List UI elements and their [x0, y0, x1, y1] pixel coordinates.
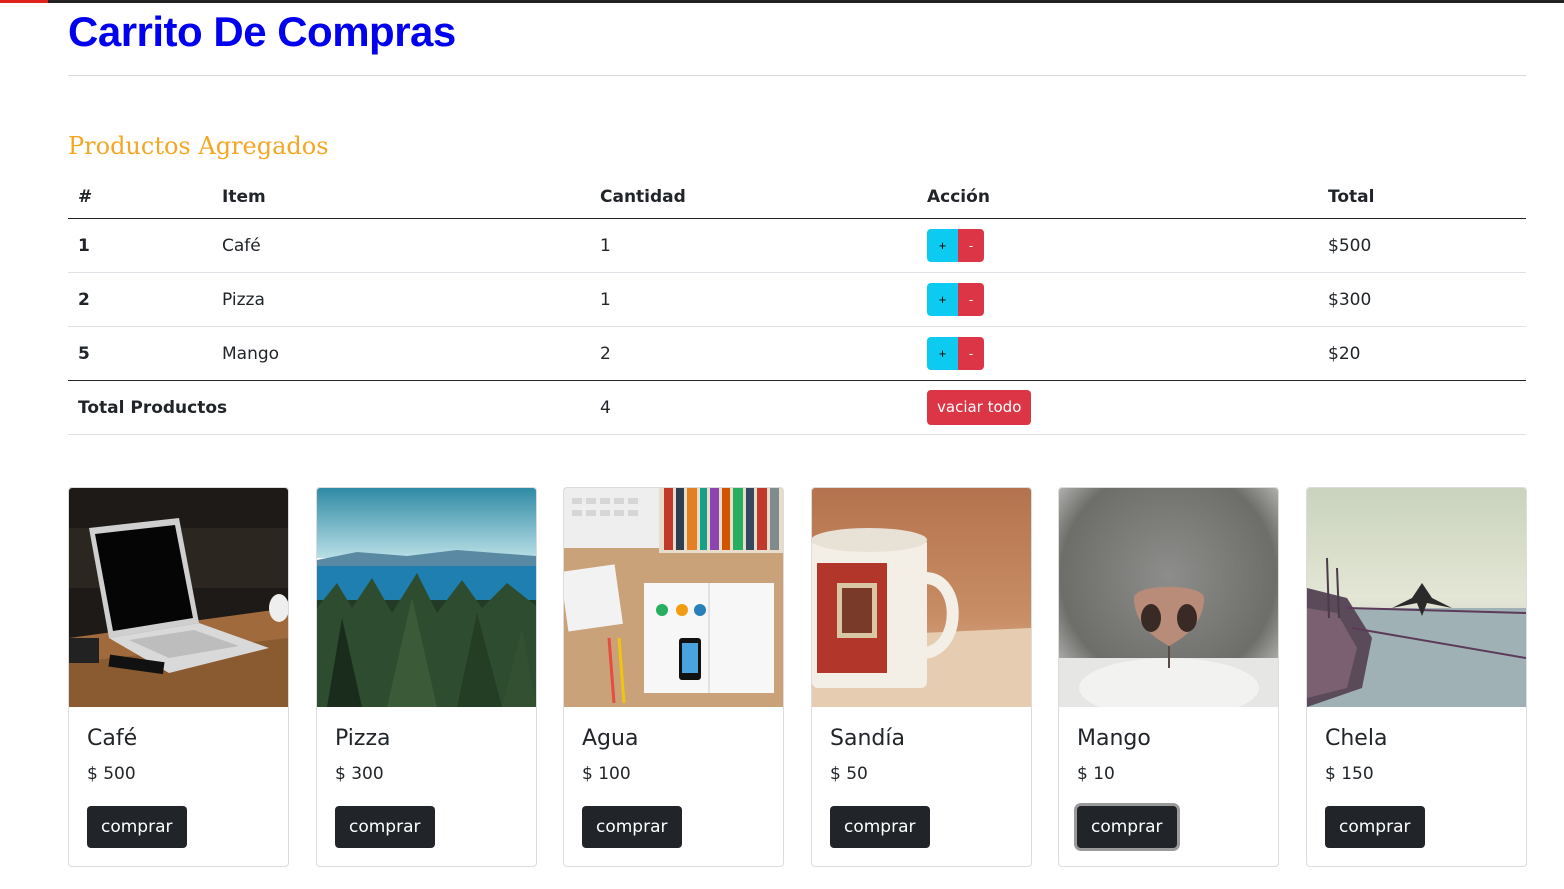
- row-item: Mango: [212, 326, 590, 381]
- buy-button[interactable]: comprar: [335, 806, 435, 848]
- footer-empty-cell: [1318, 380, 1526, 435]
- column-header-quantity: Cantidad: [590, 176, 917, 219]
- product-card: Sandía $ 50 comprar: [811, 487, 1032, 867]
- product-name: Agua: [582, 726, 639, 751]
- column-header-item: Item: [212, 176, 590, 219]
- row-actions: + -: [917, 326, 1318, 381]
- increase-button[interactable]: +: [927, 229, 958, 262]
- row-number: 1: [68, 218, 212, 273]
- table-row: 1 Café 1 + - $500: [68, 218, 1526, 273]
- cart-footer-row: Total Productos 4 vaciar todo: [68, 380, 1526, 435]
- decrease-button[interactable]: -: [958, 283, 984, 316]
- forest-lake-photo: [317, 488, 536, 707]
- product-card: Mango $ 10 comprar: [1058, 487, 1279, 867]
- column-header-total: Total: [1318, 176, 1526, 219]
- buy-button[interactable]: comprar: [830, 806, 930, 848]
- product-price: $ 300: [335, 764, 384, 784]
- row-total: $500: [1318, 218, 1526, 273]
- cart-heading: Productos Agregados: [68, 132, 329, 160]
- increase-button[interactable]: +: [927, 337, 958, 370]
- decrease-button[interactable]: -: [958, 229, 984, 262]
- empty-cart-cell: vaciar todo: [917, 380, 1318, 435]
- cat-nose-photo: [1059, 488, 1278, 707]
- buy-button[interactable]: comprar: [1325, 806, 1425, 848]
- empty-cart-button[interactable]: vaciar todo: [927, 390, 1032, 425]
- product-price: $ 50: [830, 764, 868, 784]
- top-strip: [0, 0, 1564, 3]
- title-divider: [68, 75, 1526, 76]
- buy-button[interactable]: comprar: [1077, 806, 1177, 848]
- coffee-mug-photo: [812, 488, 1031, 707]
- buy-button[interactable]: comprar: [582, 806, 682, 848]
- row-total: $20: [1318, 326, 1526, 381]
- row-quantity: 2: [590, 326, 917, 381]
- row-quantity: 1: [590, 218, 917, 273]
- product-price: $ 500: [87, 764, 136, 784]
- total-products-label: Total Productos: [68, 380, 590, 435]
- desk-books-photo: [564, 488, 783, 707]
- product-name: Sandía: [830, 726, 905, 751]
- bird-boat-photo: [1307, 488, 1526, 707]
- buy-button[interactable]: comprar: [87, 806, 187, 848]
- product-card: Café $ 500 comprar: [68, 487, 289, 867]
- top-strip-accent: [0, 0, 48, 3]
- product-card: Pizza $ 300 comprar: [316, 487, 537, 867]
- row-item: Pizza: [212, 272, 590, 327]
- row-number: 5: [68, 326, 212, 381]
- total-products-count: 4: [590, 380, 917, 435]
- row-number: 2: [68, 272, 212, 327]
- product-price: $ 150: [1325, 764, 1374, 784]
- decrease-button[interactable]: -: [958, 337, 984, 370]
- page-title: Carrito De Compras: [68, 8, 456, 55]
- product-card: Agua $ 100 comprar: [563, 487, 784, 867]
- row-actions: + -: [917, 272, 1318, 327]
- product-card: Chela $ 150 comprar: [1306, 487, 1527, 867]
- cart-table: # Item Cantidad Acción Total 1 Café 1 + -…: [68, 176, 1526, 435]
- product-name: Chela: [1325, 726, 1388, 751]
- product-price: $ 100: [582, 764, 631, 784]
- increase-button[interactable]: +: [927, 283, 958, 316]
- cart-header-row: # Item Cantidad Acción Total: [68, 176, 1526, 219]
- product-name: Mango: [1077, 726, 1151, 751]
- column-header-action: Acción: [917, 176, 1318, 219]
- product-price: $ 10: [1077, 764, 1115, 784]
- row-item: Café: [212, 218, 590, 273]
- table-row: 5 Mango 2 + - $20: [68, 326, 1526, 381]
- column-header-number: #: [68, 176, 212, 219]
- laptop-photo: [69, 488, 288, 707]
- row-total: $300: [1318, 272, 1526, 327]
- row-actions: + -: [917, 218, 1318, 273]
- row-quantity: 1: [590, 272, 917, 327]
- product-name: Pizza: [335, 726, 391, 751]
- table-row: 2 Pizza 1 + - $300: [68, 272, 1526, 327]
- product-name: Café: [87, 726, 138, 751]
